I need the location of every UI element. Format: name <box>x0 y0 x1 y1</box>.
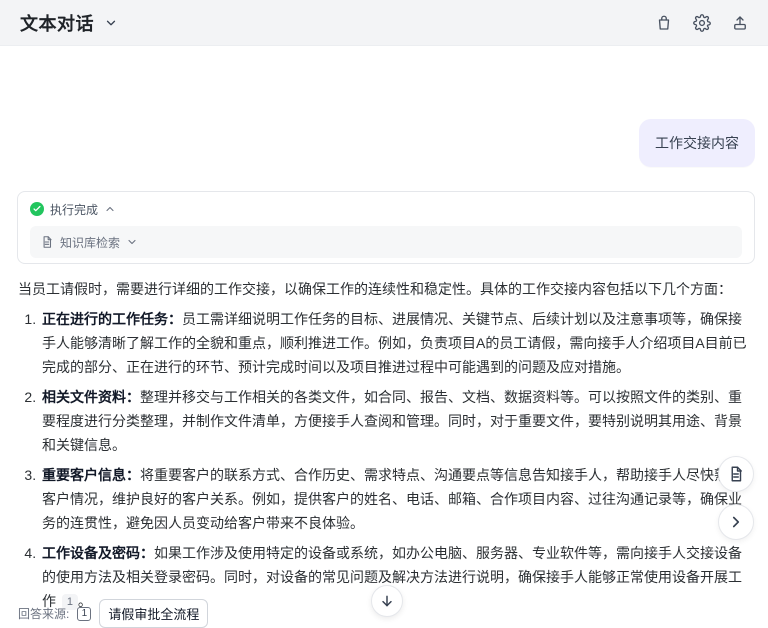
check-circle-icon <box>30 202 44 216</box>
answer-list: 正在进行的工作任务：员工需详细说明工作任务的目标、进展情况、关键节点、后续计划以… <box>18 307 748 613</box>
chevron-right-icon <box>727 513 745 531</box>
list-item-title: 工作设备及密码： <box>42 545 154 561</box>
chevron-up-icon <box>104 203 116 215</box>
tool-status-card: 执行完成 知识库检索 <box>17 191 755 264</box>
list-item-text: 将重要客户的联系方式、合作历史、需求特点、沟通要点等信息告知接手人，帮助接手人尽… <box>42 467 742 531</box>
bag-icon[interactable] <box>654 13 674 33</box>
arrow-down-icon <box>379 593 395 609</box>
list-item: 相关文件资料：整理并移交与工作相关的各类文件，如合同、报告、文档、数据资料等。可… <box>40 385 748 457</box>
list-item-text: 整理并移交与工作相关的各类文件，如合同、报告、文档、数据资料等。可以按照文件的类… <box>42 389 742 453</box>
answer-intro: 当员工请假时，需要进行详细的工作交接，以确保工作的连续性和稳定性。具体的工作交接… <box>18 281 732 297</box>
document-icon <box>727 465 745 483</box>
list-item-title: 重要客户信息： <box>42 467 140 483</box>
document-view-button[interactable] <box>718 456 754 492</box>
knowledge-base-search-row[interactable]: 知识库检索 <box>30 226 742 258</box>
gear-icon[interactable] <box>692 13 712 33</box>
chevron-down-icon <box>126 236 138 248</box>
header-actions <box>654 13 750 33</box>
chat-app: 文本对话 工作交接内容 执行完成 知识库检索 当员工请假时，需要进行详细的工作交… <box>0 0 768 628</box>
execution-status[interactable]: 执行完成 <box>30 200 742 218</box>
chevron-down-icon[interactable] <box>104 16 118 30</box>
sources-label: 回答来源: <box>18 607 70 621</box>
list-item-title: 正在进行的工作任务： <box>42 311 182 327</box>
next-button[interactable] <box>718 504 754 540</box>
answer-sources: 回答来源: 1 请假审批全流程 <box>18 599 209 628</box>
header-bar: 文本对话 <box>0 0 768 46</box>
list-item-title: 相关文件资料： <box>42 389 140 405</box>
title-area[interactable]: 文本对话 <box>20 10 118 36</box>
assistant-answer: 当员工请假时，需要进行详细的工作交接，以确保工作的连续性和稳定性。具体的工作交接… <box>18 277 748 619</box>
document-icon <box>40 235 54 249</box>
source-index: 1 <box>77 606 92 621</box>
execution-status-label: 执行完成 <box>50 202 99 217</box>
list-item: 正在进行的工作任务：员工需详细说明工作任务的目标、进展情况、关键节点、后续计划以… <box>40 307 748 379</box>
knowledge-base-label: 知识库检索 <box>60 235 121 250</box>
scroll-to-bottom-button[interactable] <box>371 585 403 617</box>
source-chip[interactable]: 请假审批全流程 <box>99 599 209 628</box>
share-icon[interactable] <box>730 13 750 33</box>
user-message-bubble: 工作交接内容 <box>639 119 755 167</box>
page-title: 文本对话 <box>20 13 94 34</box>
list-item: 重要客户信息：将重要客户的联系方式、合作历史、需求特点、沟通要点等信息告知接手人… <box>40 463 748 535</box>
